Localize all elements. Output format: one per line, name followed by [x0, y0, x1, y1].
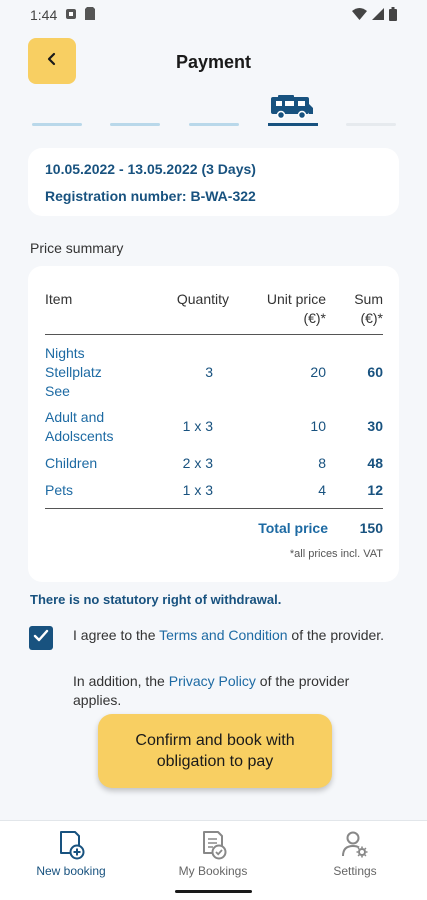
- bottom-navigation: New booking My Bookings Settings: [0, 820, 427, 900]
- row-item-label: Children: [45, 455, 98, 471]
- wifi-icon: [352, 7, 367, 23]
- row-quantity: 1 x 3: [182, 482, 213, 498]
- step-2-indicator: [110, 123, 160, 126]
- notification-icon: [65, 7, 77, 23]
- header-sum: Sum (€)*: [343, 290, 383, 328]
- row-item-line: Nights: [45, 345, 85, 361]
- row-item-label: Adult and Adolscents: [45, 408, 155, 446]
- row-unit-price: 10: [310, 418, 326, 434]
- price-summary-label: Price summary: [30, 240, 124, 256]
- row-item-line: Stellplatz: [45, 364, 102, 380]
- row-unit-price: 8: [318, 455, 326, 471]
- row-item-label: Pets: [45, 482, 74, 498]
- header-quantity: Quantity: [176, 291, 229, 307]
- booking-info-card: 10.05.2022 - 13.05.2022 (3 Days) Registr…: [28, 148, 399, 216]
- checkmark-icon: [33, 629, 49, 648]
- row-unit-price: 20: [310, 364, 326, 380]
- terms-agreement-text: I agree to the Terms and Condition of th…: [73, 626, 393, 645]
- row-item-line: See: [45, 383, 70, 399]
- signal-icon: [372, 7, 384, 23]
- row-item-line: Adolscents: [45, 428, 114, 444]
- nav-my-bookings-label: My Bookings: [178, 864, 248, 878]
- terms-link[interactable]: Terms and Condition: [159, 627, 287, 643]
- table-total-divider: [45, 508, 383, 509]
- addition-text-before: In addition, the: [73, 673, 169, 689]
- agreement-text-before: I agree to the: [73, 627, 160, 643]
- price-summary-table: Item Quantity Unit price (€)* Sum (€)* N…: [28, 266, 399, 582]
- header-sum-line2: (€)*: [360, 310, 383, 326]
- confirm-button-line2: obligation to pay: [156, 753, 274, 770]
- vat-note: *all prices incl. VAT: [289, 548, 383, 560]
- privacy-agreement-text: In addition, the Privacy Policy of the p…: [73, 672, 393, 710]
- row-sum: 60: [367, 364, 383, 380]
- registration-number: Registration number: B-WA-322: [45, 188, 256, 204]
- terms-checkbox[interactable]: [29, 626, 53, 650]
- step-1-indicator: [32, 123, 82, 126]
- new-booking-icon: [16, 829, 126, 861]
- privacy-policy-link[interactable]: Privacy Policy: [169, 673, 256, 689]
- row-quantity: 3: [205, 364, 213, 380]
- header-item: Item: [45, 291, 73, 307]
- row-sum: 48: [367, 455, 383, 471]
- camper-van-icon: [270, 95, 314, 124]
- status-time: 1:44: [30, 7, 58, 23]
- withdrawal-notice: There is no statutory right of withdrawa…: [30, 592, 282, 607]
- confirm-button-line1: Confirm and book with: [135, 732, 295, 749]
- row-sum: 12: [367, 482, 383, 498]
- nav-new-booking-label: New booking: [36, 864, 106, 878]
- status-bar: 1:44: [0, 0, 427, 30]
- row-item-label: Nights Stellplatz See: [45, 344, 155, 401]
- nav-settings-label: Settings: [333, 864, 377, 878]
- row-quantity: 2 x 3: [182, 455, 213, 471]
- row-quantity: 1 x 3: [182, 418, 213, 434]
- step-5-indicator: [346, 123, 396, 126]
- row-sum: 30: [367, 418, 383, 434]
- header-unit-price: Unit price (€)*: [250, 290, 326, 328]
- header: Payment: [0, 38, 427, 86]
- battery-icon: [389, 6, 397, 24]
- row-unit-price: 4: [318, 482, 326, 498]
- row-item-line: Adult and: [45, 409, 105, 425]
- nav-my-bookings[interactable]: My Bookings: [158, 829, 268, 878]
- header-unit-price-line1: Unit price: [266, 291, 326, 307]
- step-3-indicator: [189, 123, 239, 126]
- total-price-value: 150: [359, 520, 383, 536]
- nav-settings[interactable]: Settings: [300, 829, 410, 878]
- total-price-label: Total price: [258, 520, 328, 536]
- nav-new-booking[interactable]: New booking: [16, 829, 126, 878]
- agreement-text-after: of the provider.: [287, 627, 385, 643]
- header-unit-price-line2: (€)*: [303, 310, 326, 326]
- confirm-and-book-button[interactable]: Confirm and book with obligation to pay: [98, 714, 332, 788]
- sim-card-icon: [85, 7, 96, 23]
- settings-user-icon: [300, 829, 410, 861]
- booking-dates: 10.05.2022 - 13.05.2022 (3 Days): [45, 161, 256, 177]
- header-sum-line1: Sum: [354, 291, 383, 307]
- page-title: Payment: [175, 52, 252, 72]
- my-bookings-icon: [158, 829, 268, 861]
- home-indicator: [175, 890, 252, 893]
- table-header-divider: [45, 334, 383, 335]
